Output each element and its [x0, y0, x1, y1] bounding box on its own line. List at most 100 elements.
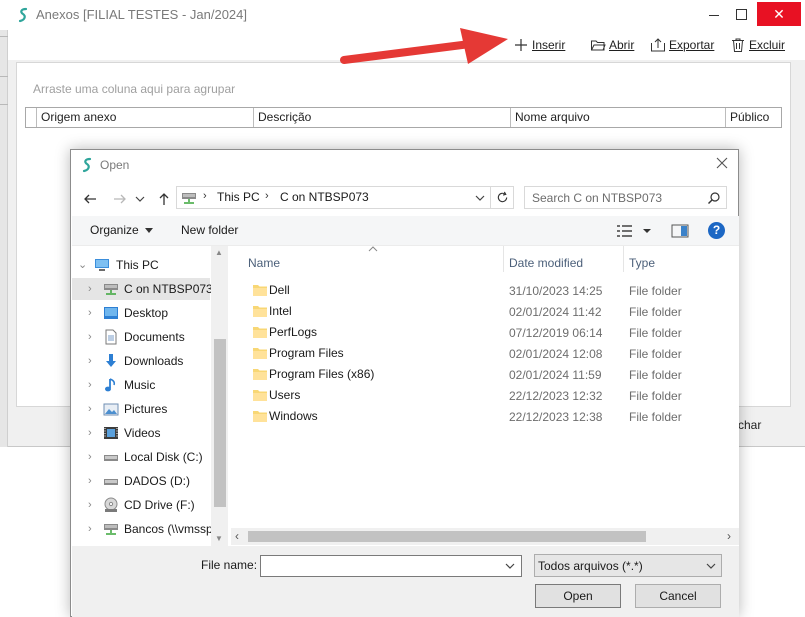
dialog-close-button[interactable]	[715, 156, 733, 174]
file-date: 31/10/2023 14:25	[509, 284, 603, 298]
collapsed-chevron-icon[interactable]: ›	[88, 475, 98, 487]
file-row-program-files[interactable]: Program Files 02/01/2024 12:08 File fold…	[231, 343, 739, 364]
collapsed-chevron-icon[interactable]: ›	[88, 427, 98, 439]
local-disk-icon	[104, 455, 118, 461]
nav-item-music[interactable]: › Music	[72, 374, 210, 396]
file-name-label: File name:	[201, 558, 258, 572]
nav-item-this-pc[interactable]: ⌄ This PC	[72, 254, 210, 276]
collapsed-chevron-icon[interactable]: ›	[88, 379, 98, 391]
file-row-users[interactable]: Users 22/12/2023 12:32 File folder	[231, 385, 739, 406]
nav-item-downloads[interactable]: › Downloads	[72, 350, 210, 372]
search-icon[interactable]	[707, 191, 721, 205]
file-row-program-files-x86[interactable]: Program Files (x86) 02/01/2024 11:59 Fil…	[231, 364, 739, 385]
column-header-type[interactable]: Type	[629, 256, 655, 270]
column-header-date-modified[interactable]: Date modified	[509, 256, 583, 270]
navigation-pane: ⌄ This PC › C on NTBSP073 › Desktop › Do…	[72, 246, 228, 546]
annotation-arrow	[340, 28, 508, 64]
minimize-button[interactable]	[706, 6, 722, 22]
nav-item-c-on-ntbsp073[interactable]: › C on NTBSP073	[72, 278, 213, 300]
nav-scroll-thumb[interactable]	[214, 339, 226, 507]
computer-icon	[95, 259, 109, 271]
scroll-up-icon[interactable]: ▲	[215, 248, 223, 257]
nav-label: Downloads	[124, 354, 184, 368]
nav-item-bancos[interactable]: › Bancos (\\vmssp	[72, 518, 213, 540]
collapsed-chevron-icon[interactable]: ›	[88, 283, 98, 295]
scroll-left-icon[interactable]: ‹	[235, 529, 239, 543]
abrir-button[interactable]: Abrir	[590, 35, 634, 55]
file-row-perflogs[interactable]: PerfLogs 07/12/2019 06:14 File folder	[231, 322, 739, 343]
new-folder-button[interactable]: New folder	[181, 223, 238, 237]
recent-locations-button[interactable]	[133, 188, 147, 210]
scroll-right-icon[interactable]: ›	[727, 529, 731, 543]
file-row-windows[interactable]: Windows 22/12/2023 12:38 File folder	[231, 406, 739, 427]
column-origem-anexo[interactable]: Origem anexo	[36, 108, 254, 127]
forward-button[interactable]	[109, 188, 131, 210]
collapsed-chevron-icon[interactable]: ›	[88, 403, 98, 415]
collapsed-chevron-icon[interactable]: ›	[88, 451, 98, 463]
file-type: File folder	[629, 347, 682, 361]
help-button[interactable]: ?	[708, 222, 725, 239]
dialog-footer: File name: Todos arquivos (*.*) Open Can…	[72, 546, 739, 617]
column-nome-arquivo[interactable]: Nome arquivo	[510, 108, 726, 127]
preview-pane-button[interactable]	[671, 223, 689, 239]
collapsed-chevron-icon[interactable]: ›	[88, 331, 98, 343]
horizontal-scroll-thumb[interactable]	[248, 531, 646, 542]
dialog-app-logo-icon	[81, 157, 93, 173]
fechar-button-partial[interactable]: char	[738, 418, 761, 432]
cancel-button[interactable]: Cancel	[635, 584, 721, 608]
nav-item-videos[interactable]: › Videos	[72, 422, 210, 444]
open-button[interactable]: Open	[535, 584, 621, 608]
maximize-button[interactable]	[733, 6, 749, 22]
close-button[interactable]: ✕	[757, 2, 801, 26]
file-row-dell[interactable]: Dell 31/10/2023 14:25 File folder	[231, 280, 739, 301]
column-descricao[interactable]: Descrição	[253, 108, 511, 127]
network-drive-icon	[104, 524, 118, 535]
organize-button[interactable]: Organize	[90, 223, 153, 237]
chevron-down-icon[interactable]	[475, 193, 485, 203]
file-row-intel[interactable]: Intel 02/01/2024 11:42 File folder	[231, 301, 739, 322]
file-type-filter-select[interactable]: Todos arquivos (*.*)	[534, 554, 722, 577]
chevron-down-icon[interactable]	[505, 562, 515, 570]
expanded-chevron-icon[interactable]: ⌄	[78, 259, 88, 271]
column-publico[interactable]: Público	[725, 108, 781, 127]
scroll-down-icon[interactable]: ▼	[215, 534, 223, 543]
search-box	[524, 186, 727, 209]
inserir-button[interactable]: Inserir	[513, 35, 565, 55]
file-date: 22/12/2023 12:38	[509, 410, 603, 424]
nav-label: Documents	[124, 330, 185, 344]
search-input[interactable]	[525, 187, 705, 208]
address-bar[interactable]: › This PC › C on NTBSP073	[176, 186, 514, 209]
up-button[interactable]	[153, 188, 175, 210]
organize-label: Organize	[90, 223, 139, 237]
view-options-button[interactable]	[616, 223, 656, 239]
file-name-input[interactable]	[261, 556, 499, 576]
nav-pane-scrollbar[interactable]: ▲ ▼	[211, 246, 228, 546]
nav-item-desktop[interactable]: › Desktop	[72, 302, 210, 324]
file-type: File folder	[629, 389, 682, 403]
refresh-button[interactable]	[490, 186, 514, 209]
column-header-name[interactable]: Name	[248, 256, 280, 270]
collapsed-chevron-icon[interactable]: ›	[88, 499, 98, 511]
back-button[interactable]	[79, 188, 101, 210]
collapsed-chevron-icon[interactable]: ›	[88, 523, 98, 535]
inserir-label: Inserir	[532, 38, 566, 52]
breadcrumb-this-pc[interactable]: This PC	[217, 190, 260, 204]
nav-item-pictures[interactable]: › Pictures	[72, 398, 210, 420]
nav-item-documents[interactable]: › Documents	[72, 326, 210, 348]
nav-item-local-disk-c[interactable]: › Local Disk (C:)	[72, 446, 210, 468]
nav-item-cd-drive-f[interactable]: › CD Drive (F:)	[72, 494, 210, 516]
exportar-button[interactable]: Exportar	[650, 35, 714, 55]
cd-drive-icon	[104, 497, 118, 512]
collapsed-chevron-icon[interactable]: ›	[88, 355, 98, 367]
breadcrumb-separator-icon: ›	[203, 190, 207, 202]
file-list-horizontal-scrollbar[interactable]: ‹ ›	[231, 528, 739, 545]
excluir-button[interactable]: Excluir	[730, 35, 785, 55]
collapsed-chevron-icon[interactable]: ›	[88, 307, 98, 319]
nav-item-dados-d[interactable]: › DADOS (D:)	[72, 470, 210, 492]
details-view-icon	[617, 225, 632, 237]
breadcrumb-c-on-ntbsp073[interactable]: C on NTBSP073	[280, 190, 369, 204]
grid-header: Origem anexo Descrição Nome arquivo Públ…	[25, 107, 782, 128]
command-bar: Organize New folder ?	[72, 216, 739, 246]
desktop-icon	[104, 307, 118, 319]
trash-icon	[732, 38, 744, 52]
